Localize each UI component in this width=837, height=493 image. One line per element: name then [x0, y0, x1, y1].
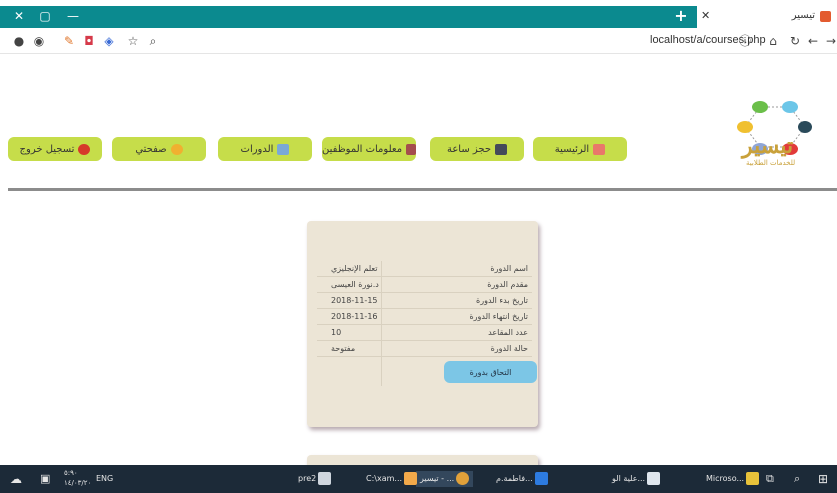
taskbar-app-button[interactable]: تيسير - ... — [416, 471, 474, 487]
course-card: اسم الدورة تعلم الإنجليزي مقدم الدورة د.… — [307, 221, 538, 427]
reload-icon[interactable]: ↻ — [788, 34, 802, 48]
home-icon[interactable]: ⌂ — [766, 34, 780, 48]
course-row-value: 2018-11-16 — [331, 312, 378, 321]
course-row: تاريخ بدء الدورة 2018-11-15 — [317, 293, 532, 309]
taskbar-app-label: تيسير - ... — [420, 474, 455, 483]
address-bar: ● ◉ ✎ ◘ ◈ ☆ ⌕ localhost/a/courses.php ⓘ … — [0, 28, 837, 54]
info-icon[interactable]: ⓘ — [738, 34, 752, 48]
app-icon — [647, 472, 661, 485]
bookmark-star-icon[interactable]: ☆ — [126, 34, 140, 48]
windows-taskbar: ⊞ ⌕ ⧉ Microso... علية الو... فاطمة.م... … — [0, 465, 837, 493]
taskbar-app-button[interactable]: pre2 — [298, 471, 332, 487]
web-page: تيسير للخدمات الطلابية الرئيسية حجز ساعة… — [0, 55, 837, 465]
shield-icon[interactable]: ◈ — [102, 34, 116, 48]
forward-icon[interactable]: → — [824, 34, 837, 48]
search-icon[interactable]: ⌕ — [146, 34, 160, 48]
calendar-icon — [495, 143, 508, 155]
pencil-icon — [170, 143, 183, 155]
app-icon — [746, 472, 760, 485]
taskbar-app-button[interactable]: فاطمة.م... — [496, 471, 548, 487]
taskbar-app-button[interactable]: C:\xam... — [366, 471, 418, 487]
course-row: تاريخ انتهاء الدورة 2018-11-16 — [317, 309, 532, 325]
course-row: مقدم الدورة د.نورة العيسى — [317, 277, 532, 293]
nav-my-page-label: صفحتي — [135, 143, 167, 155]
taskbar-app-label: pre2 — [298, 474, 317, 483]
home-icon — [593, 143, 606, 155]
window-minimize-button[interactable]: — — [64, 8, 82, 24]
cloud-icon[interactable]: ☁ — [10, 471, 22, 487]
tab-favicon-icon — [820, 11, 831, 22]
staff-icon — [406, 143, 416, 155]
tab-title: تيسير — [791, 10, 815, 21]
course-row-label: تاريخ انتهاء الدورة — [469, 312, 528, 321]
account-icon[interactable]: ◉ — [32, 34, 46, 48]
course-row: عدد المقاعد 10 — [317, 325, 532, 341]
pocket-icon[interactable]: ◘ — [82, 34, 96, 48]
join-course-button[interactable]: التحاق بدورة — [444, 361, 537, 383]
browser-title-bar: ✕ ▢ — + ✕ تيسير — [0, 0, 837, 28]
screen: ✕ ▢ — + ✕ تيسير ● ◉ ✎ ◘ ◈ ☆ ⌕ localhost/… — [0, 0, 837, 493]
site-logo-text: تيسير — [742, 133, 794, 159]
notification-icon[interactable]: ▣ — [40, 471, 50, 487]
nav-staff-info-label: معلومات الموظفين — [322, 143, 403, 155]
course-row: اسم الدورة تعلم الإنجليزي — [317, 261, 532, 277]
course-row-value: 10 — [331, 328, 342, 337]
browser-tab[interactable]: ✕ تيسير — [697, 6, 837, 28]
nav-logout-label: تسجيل خروج — [19, 143, 75, 155]
nav-courses-button[interactable]: الدورات — [218, 137, 312, 161]
back-icon[interactable]: ← — [806, 34, 820, 48]
start-menu-icon[interactable]: ⊞ — [818, 471, 828, 487]
course-row-label: اسم الدورة — [490, 264, 528, 273]
nav-book-hour-label: حجز ساعة — [446, 143, 492, 155]
app-icon — [318, 472, 332, 485]
new-tab-button[interactable]: + — [672, 7, 690, 25]
course-row-label: تاريخ بدء الدورة — [476, 296, 528, 305]
search-icon[interactable]: ⌕ — [794, 471, 800, 487]
taskbar-app-button[interactable]: علية الو... — [612, 471, 661, 487]
app-icon — [404, 472, 418, 485]
taskbar-app-label: علية الو... — [612, 474, 646, 483]
clock-date: ١٤/٠٣/٢٠ — [64, 479, 92, 487]
window-restore-button[interactable]: ▢ — [36, 8, 54, 24]
course-row-value: 2018-11-15 — [331, 296, 378, 305]
nav-staff-info-button[interactable]: معلومات الموظفين — [322, 137, 416, 161]
tab-strip — [0, 6, 697, 28]
taskbar-app-label: فاطمة.م... — [496, 474, 533, 483]
course-row-label: حالة الدورة — [490, 344, 528, 353]
power-icon — [78, 143, 91, 155]
tab-close-icon[interactable]: ✕ — [701, 9, 710, 22]
courses-icon — [277, 143, 290, 155]
course-row-value: مفتوحة — [331, 344, 356, 353]
course-row-label: عدد المقاعد — [488, 328, 528, 337]
course-row-value: د.نورة العيسى — [331, 280, 379, 289]
nav-my-page-button[interactable]: صفحتي — [112, 137, 206, 161]
key-icon[interactable]: ✎ — [62, 34, 76, 48]
system-clock[interactable]: ٥:٩٠ ١٤/٠٣/٢٠ — [64, 468, 91, 488]
window-close-button[interactable]: ✕ — [10, 8, 28, 24]
taskbar-app-label: C:\xam... — [366, 474, 403, 483]
app-icon — [534, 472, 548, 485]
course-row-value: تعلم الإنجليزي — [331, 264, 378, 273]
nav-book-hour-button[interactable]: حجز ساعة — [430, 137, 524, 161]
extension-icon[interactable]: ● — [12, 34, 26, 48]
taskbar-app-button[interactable]: Microso... — [706, 471, 760, 487]
nav-logout-button[interactable]: تسجيل خروج — [8, 137, 102, 161]
course-row-label: مقدم الدورة — [487, 280, 528, 289]
clock-time: ٥:٩٠ — [64, 469, 78, 477]
nav-courses-label: الدورات — [240, 143, 274, 155]
app-icon — [456, 472, 470, 485]
course-card — [307, 455, 538, 465]
keyboard-language[interactable]: ENG — [96, 471, 113, 487]
nav-home-button[interactable]: الرئيسية — [533, 137, 627, 161]
course-row: حالة الدورة مفتوحة — [317, 341, 532, 357]
task-view-icon[interactable]: ⧉ — [766, 471, 774, 487]
nav-home-label: الرئيسية — [554, 143, 590, 155]
taskbar-app-label: Microso... — [706, 474, 745, 483]
header-divider — [8, 188, 837, 191]
site-logo-subtitle: للخدمات الطلابية — [746, 159, 796, 167]
